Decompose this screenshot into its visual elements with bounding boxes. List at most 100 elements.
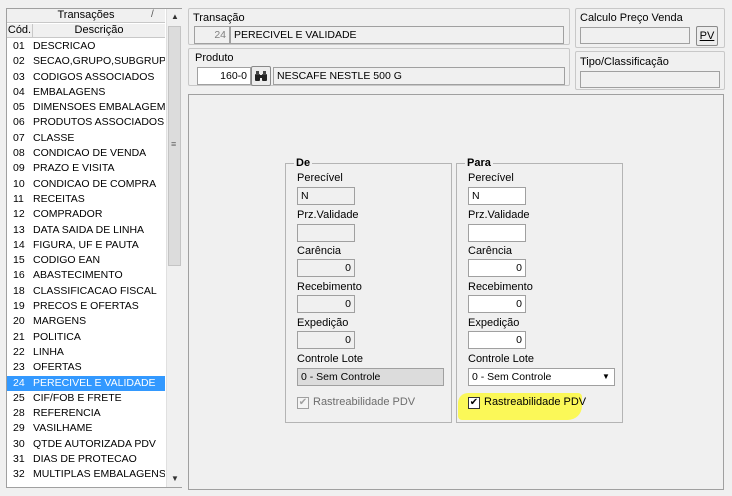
para-rastreabilidade-checkbox[interactable]: ✔ bbox=[468, 397, 480, 409]
para-controle-lote-select[interactable]: 0 - Sem Controle ▼ bbox=[468, 368, 615, 386]
list-item[interactable]: 10 CONDICAO DE COMPRA bbox=[7, 177, 165, 192]
list-item-description: DESCRICAO bbox=[33, 40, 96, 52]
list-item-code: 15 bbox=[13, 254, 25, 267]
list-item-code: 12 bbox=[13, 208, 25, 221]
list-item[interactable]: 02 SECAO,GRUPO,SUBGRUPO bbox=[7, 54, 165, 69]
para-perecivel-input[interactable]: N bbox=[468, 187, 526, 205]
list-item[interactable]: 24 PERECIVEL E VALIDADE bbox=[7, 375, 165, 391]
list-item-description: MARGENS bbox=[33, 315, 87, 328]
list-item[interactable]: 04 EMBALAGENS bbox=[7, 85, 165, 100]
list-item-code: 09 bbox=[13, 162, 25, 175]
de-rastreabilidade-checkbox: ✔ bbox=[297, 397, 309, 409]
calculo-preco-field bbox=[580, 27, 690, 44]
list-item-description: CODIGO EAN bbox=[33, 254, 101, 267]
para-rastreabilidade-label[interactable]: Rastreabilidade PDV bbox=[484, 396, 586, 408]
transacao-group: Transação 24 PERECIVEL E VALIDADE bbox=[188, 8, 570, 45]
list-item[interactable]: 06 PRODUTOS ASSOCIADOS bbox=[7, 115, 165, 130]
list-item[interactable]: 20 MARGENS bbox=[7, 314, 165, 329]
list-item[interactable]: 16 ABASTECIMENTO bbox=[7, 268, 165, 283]
produto-search-button[interactable] bbox=[251, 66, 271, 86]
list-item-description: CONDICAO DE VENDA bbox=[33, 147, 147, 160]
list-item-description: REFERENCIA bbox=[33, 407, 101, 420]
list-item-code: 23 bbox=[13, 361, 25, 374]
list-item[interactable]: 03 CODIGOS ASSOCIADOS bbox=[7, 70, 165, 85]
chevron-down-icon[interactable]: ▼ bbox=[599, 370, 613, 384]
list-item-description: CLASSE bbox=[33, 131, 75, 144]
transactions-list-panel: Transações / Cód. Descrição 01 DESCRICAO 0… bbox=[6, 8, 182, 488]
list-item[interactable]: 09 PRAZO E VISITA bbox=[7, 161, 165, 176]
list-item-description: DATA SAIDA DE LINHA bbox=[33, 223, 145, 236]
list-item-code: 21 bbox=[13, 330, 25, 343]
scroll-up-icon[interactable]: ▲ bbox=[167, 9, 183, 25]
de-expedicao-label: Expedição bbox=[297, 317, 349, 329]
para-recebimento-input[interactable]: 0 bbox=[468, 295, 526, 313]
list-item-description: MULTIPLAS EMBALAGENS bbox=[33, 468, 165, 481]
list-item-code: 29 bbox=[13, 422, 25, 435]
list-item-code: 04 bbox=[13, 85, 25, 98]
list-item[interactable]: 30 QTDE AUTORIZADA PDV bbox=[7, 437, 165, 452]
list-item[interactable]: 22 LINHA bbox=[7, 345, 165, 360]
list-item[interactable]: 07 CLASSE bbox=[7, 131, 165, 146]
list-item[interactable]: 12 COMPRADOR bbox=[7, 207, 165, 222]
list-item-code: 10 bbox=[13, 177, 25, 190]
list-item-description: CODIGOS ASSOCIADOS bbox=[33, 70, 155, 83]
list-item[interactable]: 25 CIF/FOB E FRETE bbox=[7, 391, 165, 406]
calculo-preco-group: Calculo Preço Venda PV bbox=[575, 8, 725, 48]
column-header-descricao[interactable]: Descrição bbox=[33, 24, 165, 38]
pv-button[interactable]: PV bbox=[696, 26, 718, 46]
list-item-code: 22 bbox=[13, 345, 25, 358]
list-item-code: 02 bbox=[13, 55, 25, 68]
list-item[interactable]: 11 RECEITAS bbox=[7, 192, 165, 207]
de-expedicao-field: 0 bbox=[297, 331, 355, 349]
list-item-code: 05 bbox=[13, 101, 25, 114]
list-item[interactable]: 31 DIAS DE PROTECAO bbox=[7, 452, 165, 467]
de-rastreabilidade-label: Rastreabilidade PDV bbox=[313, 396, 416, 408]
list-item[interactable]: 32 MULTIPLAS EMBALAGENS bbox=[7, 467, 165, 482]
list-item-code: 19 bbox=[13, 300, 25, 313]
binoculars-icon bbox=[255, 71, 267, 81]
list-item-description: OFERTAS bbox=[33, 361, 82, 374]
list-item[interactable]: 08 CONDICAO DE VENDA bbox=[7, 146, 165, 161]
de-prz-validade-label: Prz.Validade bbox=[297, 209, 359, 221]
list-item-code: 28 bbox=[13, 407, 25, 420]
de-prz-validade-field bbox=[297, 224, 355, 242]
list-item-description: CLASSIFICACAO FISCAL bbox=[33, 284, 157, 297]
list-item[interactable]: 29 VASILHAME bbox=[7, 421, 165, 436]
para-recebimento-label: Recebimento bbox=[468, 281, 533, 293]
para-expedicao-input[interactable]: 0 bbox=[468, 331, 526, 349]
list-item-code: 13 bbox=[13, 223, 25, 236]
list-item-code: 18 bbox=[13, 284, 25, 297]
list-item[interactable]: 18 CLASSIFICACAO FISCAL bbox=[7, 284, 165, 299]
list-item-description: FIGURA, UF E PAUTA bbox=[33, 238, 139, 251]
list-item-description: ABASTECIMENTO bbox=[33, 269, 123, 282]
scroll-down-icon[interactable]: ▼ bbox=[167, 471, 183, 487]
list-item[interactable]: 14 FIGURA, UF E PAUTA bbox=[7, 238, 165, 253]
scroll-grip-icon: ≡ bbox=[171, 139, 177, 149]
para-expedicao-label: Expedição bbox=[468, 317, 520, 329]
para-prz-validade-input[interactable] bbox=[468, 224, 526, 242]
list-item-code: 31 bbox=[13, 453, 25, 466]
list-header: Cód. Descrição bbox=[7, 24, 165, 38]
transacao-name-field: PERECIVEL E VALIDADE bbox=[230, 26, 564, 44]
list-scrollbar[interactable]: ▲ ≡ ▼ bbox=[166, 9, 182, 487]
list-item-code: 06 bbox=[13, 116, 25, 129]
transacao-label: Transação bbox=[193, 12, 245, 24]
column-header-cod[interactable]: Cód. bbox=[7, 24, 33, 38]
list-item[interactable]: 01 DESCRICAO bbox=[7, 39, 165, 54]
list-item-description: EMBALAGENS bbox=[33, 85, 106, 98]
list-item[interactable]: 15 CODIGO EAN bbox=[7, 253, 165, 268]
produto-name-field: NESCAFE NESTLE 500 G bbox=[273, 67, 565, 85]
list-item[interactable]: 23 OFERTAS bbox=[7, 360, 165, 375]
list-item[interactable]: 13 DATA SAIDA DE LINHA bbox=[7, 223, 165, 238]
para-carencia-input[interactable]: 0 bbox=[468, 259, 526, 277]
scroll-thumb[interactable]: ≡ bbox=[168, 26, 181, 266]
tipo-classificacao-group: Tipo/Classificação bbox=[575, 51, 725, 90]
list-item[interactable]: 19 PRECOS E OFERTAS bbox=[7, 299, 165, 314]
list-item[interactable]: 21 POLITICA bbox=[7, 330, 165, 345]
de-recebimento-field: 0 bbox=[297, 295, 355, 313]
list-item-code: 16 bbox=[13, 269, 25, 282]
produto-code-input[interactable]: 160-0 bbox=[197, 67, 251, 85]
list-item[interactable]: 05 DIMENSOES EMBALAGEM bbox=[7, 100, 165, 115]
list-item[interactable]: 28 REFERENCIA bbox=[7, 406, 165, 421]
para-prz-validade-label: Prz.Validade bbox=[468, 209, 530, 221]
